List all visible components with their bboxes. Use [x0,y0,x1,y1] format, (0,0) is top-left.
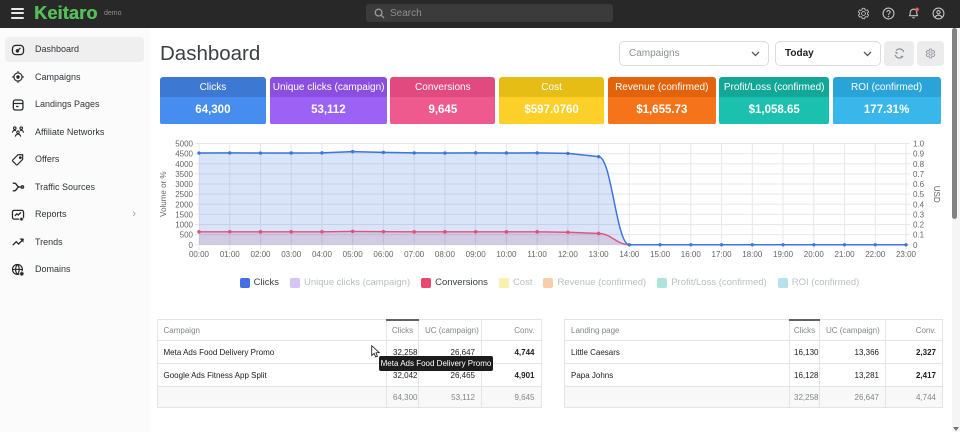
svg-text:0.6: 0.6 [913,180,925,189]
svg-text:1.0: 1.0 [913,140,925,149]
svg-text:17:00: 17:00 [712,250,733,259]
svg-text:2000: 2000 [175,200,193,209]
svg-text:0.2: 0.2 [913,221,925,230]
svg-text:20:00: 20:00 [804,250,825,259]
svg-text:USD: USD [932,186,941,203]
svg-text:0.4: 0.4 [913,200,925,209]
svg-text:13:00: 13:00 [589,250,610,259]
svg-text:02:00: 02:00 [250,250,271,259]
svg-text:16:00: 16:00 [681,250,702,259]
svg-text:5000: 5000 [175,140,193,149]
svg-text:0.7: 0.7 [913,170,925,179]
svg-text:21:00: 21:00 [835,250,856,259]
svg-text:0: 0 [913,241,918,250]
svg-text:2500: 2500 [175,190,193,199]
svg-text:00:00: 00:00 [189,250,210,259]
svg-text:500: 500 [180,231,194,240]
svg-text:0.9: 0.9 [913,150,925,159]
svg-text:08:00: 08:00 [435,250,456,259]
svg-text:05:00: 05:00 [343,250,364,259]
svg-text:0.1: 0.1 [913,231,925,240]
svg-text:10:00: 10:00 [496,250,517,259]
svg-text:06:00: 06:00 [373,250,394,259]
svg-text:01:00: 01:00 [220,250,241,259]
svg-text:14:00: 14:00 [619,250,640,259]
svg-text:22:00: 22:00 [865,250,886,259]
svg-text:09:00: 09:00 [466,250,487,259]
svg-text:0: 0 [189,241,194,250]
svg-text:18:00: 18:00 [742,250,763,259]
svg-text:03:00: 03:00 [281,250,302,259]
svg-text:1500: 1500 [175,210,193,219]
svg-text:4000: 4000 [175,160,193,169]
svg-text:3000: 3000 [175,180,193,189]
svg-text:0.8: 0.8 [913,160,925,169]
svg-text:0.5: 0.5 [913,190,925,199]
svg-text:4500: 4500 [175,150,193,159]
svg-text:04:00: 04:00 [312,250,333,259]
svg-text:3500: 3500 [175,170,193,179]
svg-text:1000: 1000 [175,221,193,230]
svg-text:15:00: 15:00 [650,250,671,259]
svg-text:07:00: 07:00 [404,250,425,259]
svg-text:0.3: 0.3 [913,210,925,219]
svg-text:12:00: 12:00 [558,250,579,259]
svg-text:19:00: 19:00 [773,250,794,259]
svg-text:11:00: 11:00 [527,250,547,259]
svg-text:Volume or %: Volume or % [159,171,168,216]
svg-text:23:00: 23:00 [896,250,917,259]
